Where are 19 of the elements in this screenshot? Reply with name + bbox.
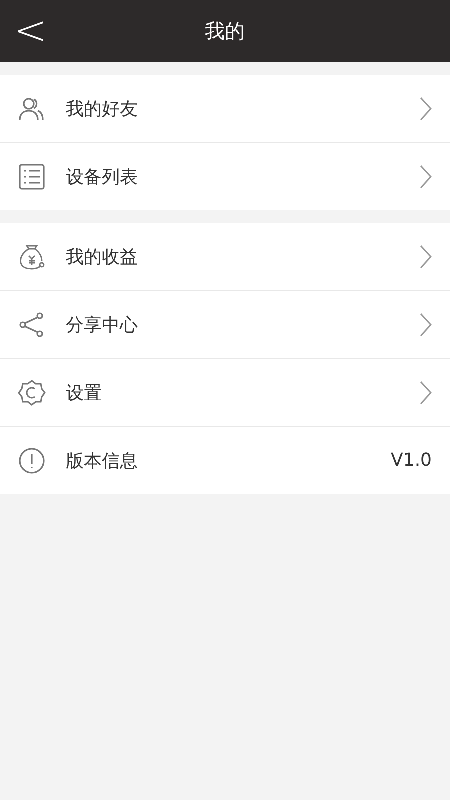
list-icon: [18, 162, 46, 190]
menu-label: 设置: [66, 382, 103, 404]
menu-label: 版本信息: [66, 450, 139, 472]
chevron-right-icon: [420, 164, 432, 188]
menu-label: 设备列表: [66, 166, 139, 188]
back-button[interactable]: <: [0, 11, 62, 51]
share-icon: [18, 310, 46, 338]
gear-icon: [18, 378, 46, 406]
chevron-right-icon: [420, 312, 432, 336]
menu-label: 我的收益: [66, 246, 139, 268]
menu-label: 分享中心: [66, 314, 139, 336]
chevron-right-icon: [420, 96, 432, 120]
chevron-right-icon: [420, 380, 432, 404]
chevron-right-icon: [420, 244, 432, 268]
info-icon: [18, 446, 46, 474]
money-bag-icon: [18, 242, 46, 270]
page-title: 我的: [205, 18, 245, 42]
version-value: V1.0: [391, 450, 432, 471]
menu-label: 我的好友: [66, 98, 139, 120]
